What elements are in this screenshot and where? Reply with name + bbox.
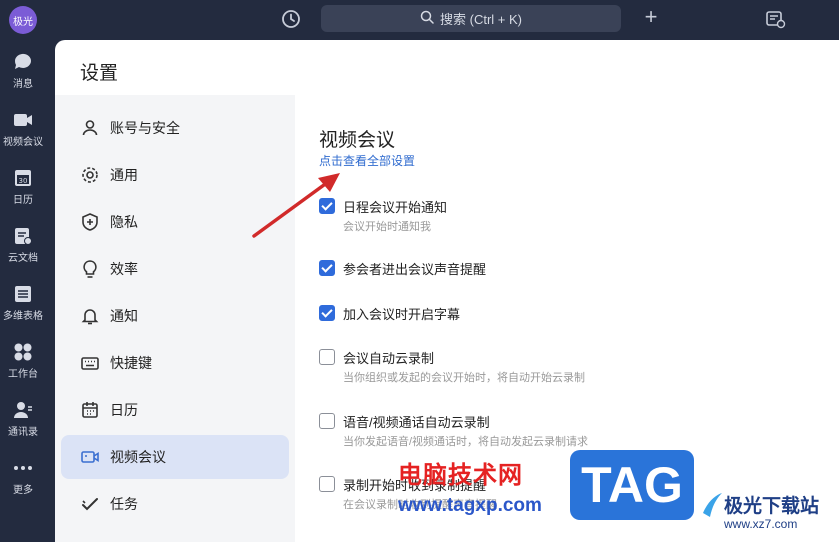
- settings-nav-tasks[interactable]: 任务: [61, 482, 289, 526]
- more-icon: [12, 458, 34, 478]
- search-input[interactable]: 搜索 (Ctrl + K): [321, 5, 621, 32]
- watermark-site-url: www.tagxp.com: [398, 495, 542, 516]
- option-label: 会议自动云录制: [343, 351, 435, 366]
- settings-nav-label: 快捷键: [110, 355, 152, 371]
- search-placeholder: 搜索 (Ctrl + K): [440, 12, 522, 27]
- nav-label: 日历: [13, 195, 33, 206]
- option-label: 加入会议时开启字幕: [343, 307, 461, 322]
- watermark-logo-name: 极光下载站: [724, 496, 820, 517]
- watermark-logo-url: www.xz7.com: [724, 517, 798, 531]
- video-icon: [81, 451, 99, 463]
- search-icon: [420, 10, 434, 27]
- nav-label: 工作台: [8, 369, 38, 380]
- watermark-logo: 极光下载站 www.xz7.com: [700, 485, 835, 537]
- option-desc: 当你发起语音/视频通话时，将自动发起云录制请求: [343, 436, 589, 448]
- settings-nav-label: 日历: [110, 402, 138, 418]
- shield-icon: [82, 213, 98, 231]
- settings-nav-efficiency[interactable]: 效率: [61, 247, 289, 291]
- grid-icon: [12, 342, 34, 362]
- nav-label: 消息: [13, 79, 33, 90]
- settings-nav-notifications[interactable]: 通知: [61, 294, 289, 338]
- avatar[interactable]: 极光: [9, 6, 37, 34]
- nav-label: 视频会议: [3, 137, 43, 148]
- svg-text:30: 30: [19, 177, 28, 185]
- section-title: 视频会议: [319, 130, 396, 151]
- settings-nav-label: 通用: [110, 167, 138, 183]
- settings-nav-label: 通知: [110, 308, 138, 324]
- option-label: 语音/视频通话自动云录制: [343, 415, 490, 430]
- nav-item-multi-table[interactable]: 多维表格: [0, 284, 46, 322]
- annotation-arrow: [252, 173, 340, 238]
- contacts-icon: [12, 400, 34, 420]
- task-icon: [82, 498, 98, 511]
- keyboard-icon: [81, 357, 99, 370]
- checkbox-unchecked[interactable]: [319, 413, 335, 429]
- watermark-site-name: 电脑技术网: [398, 462, 523, 489]
- chat-icon: [12, 52, 34, 72]
- settings-nav-shortcuts[interactable]: 快捷键: [61, 341, 289, 385]
- add-icon[interactable]: +: [640, 6, 662, 29]
- nav-label: 通讯录: [8, 427, 38, 438]
- checkbox-checked[interactable]: [319, 305, 335, 321]
- watermark-tag-logo: TAG: [570, 450, 694, 520]
- checkbox-unchecked[interactable]: [319, 476, 335, 492]
- settings-nav-label: 账号与安全: [110, 120, 180, 136]
- nav-label: 多维表格: [3, 311, 43, 322]
- bell-icon: [81, 309, 99, 325]
- page-title: 设置: [80, 63, 119, 84]
- notice-icon[interactable]: [764, 8, 786, 30]
- checkbox-unchecked[interactable]: [319, 349, 335, 365]
- nav-item-calendar[interactable]: 30 日历: [0, 168, 46, 206]
- calendar-icon: [82, 402, 98, 418]
- user-icon: [82, 120, 98, 136]
- option-desc: 当你组织或发起的会议开始时，将自动开始云录制: [343, 372, 585, 384]
- option-label: 参会者进出会议声音提醒: [343, 262, 487, 277]
- calendar-icon: 30: [12, 168, 34, 188]
- left-nav: 消息 视频会议 30 日历 云文档 多维表格 工作台 通讯录 更多: [0, 40, 55, 542]
- settings-nav-calendar[interactable]: 日历: [61, 388, 289, 432]
- swoosh-icon: [703, 493, 722, 517]
- checkbox-checked[interactable]: [319, 260, 335, 276]
- table-icon: [12, 284, 34, 304]
- nav-label: 更多: [13, 485, 33, 496]
- nav-item-cloud-docs[interactable]: 云文档: [0, 226, 46, 264]
- nav-item-workbench[interactable]: 工作台: [0, 342, 46, 380]
- settings-nav-label: 任务: [110, 496, 138, 512]
- history-icon[interactable]: [280, 8, 302, 30]
- nav-label: 云文档: [8, 253, 38, 264]
- bulb-icon: [83, 260, 97, 278]
- nav-item-contacts[interactable]: 通讯录: [0, 400, 46, 438]
- settings-nav-video-meeting[interactable]: 视频会议: [61, 435, 289, 479]
- settings-content: 视频会议 点击查看全部设置 日程会议开始通知 会议开始时通知我 参会者进出会议声…: [295, 95, 839, 542]
- top-bar: 极光 搜索 (Ctrl + K) +: [0, 0, 839, 40]
- gear-icon: [82, 167, 98, 183]
- settings-nav-account[interactable]: 账号与安全: [61, 106, 289, 150]
- doc-icon: [12, 226, 34, 246]
- nav-item-more[interactable]: 更多: [0, 458, 46, 496]
- settings-nav-label: 效率: [110, 261, 138, 277]
- nav-item-messages[interactable]: 消息: [0, 52, 46, 90]
- settings-nav-label: 视频会议: [110, 449, 166, 465]
- nav-item-video-meeting[interactable]: 视频会议: [0, 110, 46, 148]
- settings-nav-label: 隐私: [110, 214, 138, 230]
- video-icon: [12, 110, 34, 130]
